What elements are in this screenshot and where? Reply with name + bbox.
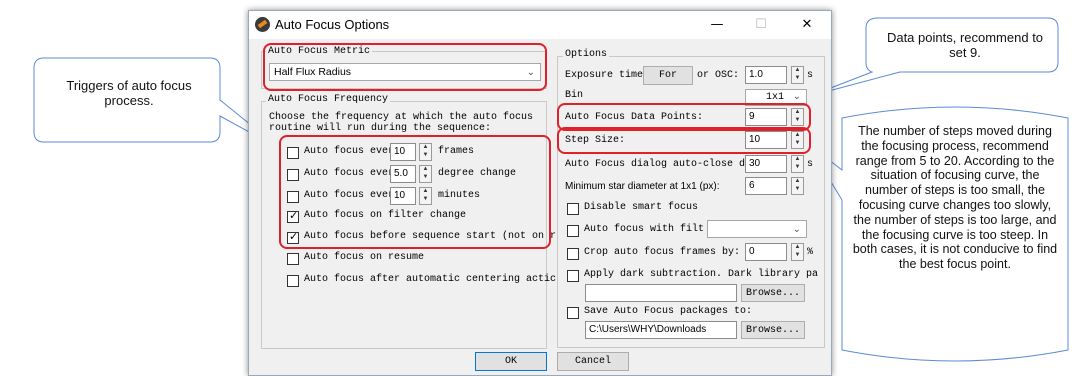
steps-callout-text: The number of steps moved during the foc… — [852, 124, 1058, 272]
exposure-label: Exposure time — [565, 70, 644, 81]
chevron-down-icon: ⌄ — [792, 91, 801, 102]
min-star-label: Minimum star diameter at 1x1 (px): — [565, 181, 720, 192]
triggers-highlight — [279, 135, 551, 249]
autoclose-spinner[interactable]: ▲ ▼ — [791, 155, 804, 173]
crop-unit: % — [807, 247, 814, 258]
crop-label: Crop auto focus frames by: — [584, 247, 741, 258]
with-filter-label: Auto focus with filt — [584, 224, 705, 235]
browse-dark-button[interactable]: Browse... — [741, 284, 805, 302]
options-group-label: Options — [563, 49, 610, 60]
resume-checkbox[interactable] — [287, 253, 299, 265]
crop-checkbox[interactable] — [567, 248, 579, 260]
save-packages-checkbox[interactable] — [567, 307, 579, 319]
autoclose-input[interactable]: 30 — [745, 155, 787, 173]
disable-smart-label: Disable smart focus — [584, 202, 699, 213]
exposure-input[interactable]: 1.0 — [745, 66, 787, 84]
minimize-button[interactable]: — — [695, 11, 739, 39]
with-filter-checkbox[interactable] — [567, 225, 579, 237]
bin-value: 1x1 — [766, 92, 785, 103]
app-icon — [255, 17, 270, 32]
min-star-spinner[interactable]: ▲ ▼ — [791, 177, 804, 195]
frequency-group-label: Auto Focus Frequency — [266, 94, 391, 105]
centering-checkbox[interactable] — [287, 275, 299, 287]
exposure-for-button[interactable]: For — [643, 66, 693, 85]
autoclose-unit: s — [807, 159, 814, 170]
crop-input[interactable]: 0 — [745, 243, 787, 261]
data-points-callout-text: Data points, recommend to set 9. — [886, 30, 1044, 60]
save-packages-label: Save Auto Focus packages to: — [584, 306, 753, 317]
resume-label: Auto focus on resume — [304, 252, 425, 263]
exposure-unit: s — [807, 70, 814, 81]
ok-button[interactable]: OK — [475, 352, 547, 371]
disable-smart-checkbox[interactable] — [567, 203, 579, 215]
dark-label: Apply dark subtraction. Dark library pa — [584, 269, 819, 280]
bin-label: Bin — [565, 90, 584, 101]
save-path-input[interactable]: C:\Users\WHY\Downloads — [585, 321, 737, 339]
dark-path-input[interactable] — [585, 284, 737, 302]
maximize-button[interactable]: ☐ — [739, 11, 783, 39]
frequency-description: Choose the frequency at which the auto f… — [269, 112, 534, 134]
centering-label: Auto focus after automatic centering act… — [304, 274, 557, 285]
browse-save-button[interactable]: Browse... — [741, 321, 805, 339]
filter-dropdown[interactable]: ⌄ — [707, 220, 807, 238]
dialog-title: Auto Focus Options — [275, 17, 390, 32]
auto-focus-dialog: Auto Focus Options — ☐ ✕ Auto Focus Metr… — [248, 10, 832, 376]
step-size-highlight — [557, 127, 811, 154]
exposure-or-label: or OSC: — [697, 70, 740, 81]
exposure-spinner[interactable]: ▲ ▼ — [791, 66, 804, 84]
cancel-button[interactable]: Cancel — [557, 352, 629, 371]
dark-checkbox[interactable] — [567, 270, 579, 282]
metric-highlight — [263, 43, 547, 91]
min-star-input[interactable]: 6 — [745, 177, 787, 195]
triggers-callout-text: Triggers of auto focus process. — [66, 78, 192, 108]
crop-spinner[interactable]: ▲ ▼ — [791, 243, 804, 261]
chevron-down-icon: ⌄ — [792, 224, 801, 235]
title-bar[interactable]: Auto Focus Options — ☐ ✕ — [249, 11, 831, 39]
close-button[interactable]: ✕ — [785, 11, 829, 39]
autoclose-label: Auto Focus dialog auto-close d — [565, 159, 746, 170]
